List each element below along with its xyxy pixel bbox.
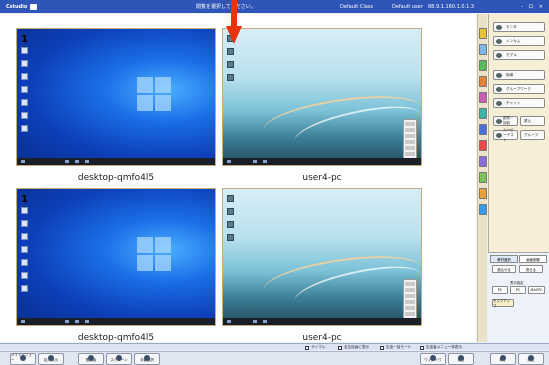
group-tab[interactable] [479,140,487,151]
batch-mode-checkbox[interactable]: 生徒一括モード [380,345,411,350]
tile-number: 1 [21,34,28,45]
tab-material[interactable]: 教材選択 [490,255,518,263]
client-screen-thumbnail[interactable] [222,28,422,166]
group-icon [496,87,502,92]
list-icon [496,133,502,138]
loopy-test-button[interactable]: ルーピーテスト [493,128,518,142]
zoom-icon [48,355,54,361]
menu-icon [20,355,26,361]
app-title: Cstudio [6,3,28,10]
send-button[interactable]: 送信 [448,353,474,365]
desktop-icons [21,207,31,298]
chat-button[interactable]: チャット [493,98,545,108]
ip-field: 88.9.1.160.1.0.1.3 [428,3,475,10]
model-button[interactable]: モデル [493,50,545,60]
group-tab[interactable] [479,76,487,87]
prohibit-button[interactable]: 禁止 [520,116,545,126]
screen-button[interactable]: スクリーン [106,353,132,365]
footer-toolbar: メインメニュー 拡大表示 閲覧者 スクリーン 手動選択 ウィンドウ 送信 終了 … [0,351,549,365]
window-controls[interactable]: - ロ × [521,3,545,10]
viewer-button[interactable]: 閲覧者 [78,353,104,365]
monitor-icon [496,25,502,30]
gear-icon [528,355,534,361]
group-tab[interactable] [479,108,487,119]
client-name-label: user4-pc [302,333,342,343]
manual-select-button[interactable]: 手動選択 [134,353,160,365]
group-button[interactable]: グループ [520,130,545,140]
tile-number: 1 [21,194,28,205]
group-tab[interactable] [479,172,487,183]
show-all-checkbox[interactable]: 全生徒画に表示 [338,345,369,350]
taskbar [223,158,421,165]
title-bar: Cstudio 閲覧を選択してください。 Default Class Defau… [0,0,549,13]
app-logo-icon [30,3,38,10]
main-menu-button[interactable]: メインメニュー [10,353,36,365]
lock-button[interactable]: 指導 [493,70,545,80]
material-panel: 教材選択 画面制御 読込せる 見せる 表示設定 PC PC MACPC モックア… [488,252,549,342]
exit-icon [500,355,506,361]
group-tab[interactable] [479,28,487,39]
intercom-icon [496,39,502,44]
intercom-button[interactable]: インカム [493,36,545,46]
hide-menu-checkbox[interactable]: 生徒者メニュー非表示 [420,345,462,350]
group-tab[interactable] [479,44,487,55]
taskbar [223,318,421,325]
exit-button[interactable]: 終了 [490,353,516,365]
status-bar: サイマル 全生徒画に表示 生徒一括モード 生徒者メニュー非表示 [0,343,549,350]
monitor-button[interactable]: モニタ [493,22,545,32]
client-screen-thumbnail[interactable]: 1 [16,188,216,326]
option-pc-2[interactable]: PC [510,286,526,294]
display-settings-label: 表示設定 [510,281,524,285]
group-tab[interactable] [479,188,487,199]
client-name-label: desktop-qmfo4l5 [77,173,155,183]
distribute-button[interactable]: 配布・回収 [493,116,518,126]
option-macpc[interactable]: MACPC [528,286,545,294]
send-icon [496,119,502,124]
class-field[interactable]: Default Class [340,4,373,10]
select-icon [144,355,150,361]
client-screen-thumbnail[interactable] [222,188,422,326]
windows-logo-icon [137,237,171,271]
windows-logo-icon [137,77,171,111]
group-work-button[interactable]: グループワーク [493,84,545,94]
taskbar [17,158,215,165]
desktop-icons [227,195,237,247]
zoom-button[interactable]: 拡大表示 [38,353,64,365]
group-tab-strip [477,14,487,342]
viewer-icon [88,355,94,361]
group-tab[interactable] [479,92,487,103]
window-button[interactable]: ウィンドウ [420,353,446,365]
group-tab[interactable] [479,124,487,135]
group-tab[interactable] [479,204,487,215]
model-icon [496,53,502,58]
chat-icon [496,101,502,106]
client-name-label: desktop-qmfo4l5 [77,333,155,343]
option-pc-1[interactable]: PC [492,286,508,294]
client-name-label: user4-pc [302,173,342,183]
tab-screen-control[interactable]: 画面制御 [519,255,547,263]
user-field[interactable]: Default user [392,4,423,10]
load-button[interactable]: 読込せる [492,265,516,273]
client-grid: 1 desktop-qmfo4l5 user4-pc 1 desktop-qmf… [0,14,476,343]
settings-button[interactable]: 設定 [518,353,544,365]
screen-icon [116,355,122,361]
lock-icon [496,73,502,78]
mockup-button[interactable]: モックアップ [492,299,514,308]
floating-panel [403,119,417,161]
simul-checkbox[interactable]: サイマル [305,345,325,350]
taskbar [17,318,215,325]
send-icon [458,355,464,361]
show-button[interactable]: 見せる [519,265,543,273]
group-tab[interactable] [479,60,487,71]
window-icon [430,355,436,361]
floating-panel [403,279,417,321]
annotation-arrow-icon [226,0,242,46]
group-tab[interactable] [479,156,487,167]
client-screen-thumbnail[interactable]: 1 [16,28,216,166]
desktop-icons [21,47,31,138]
